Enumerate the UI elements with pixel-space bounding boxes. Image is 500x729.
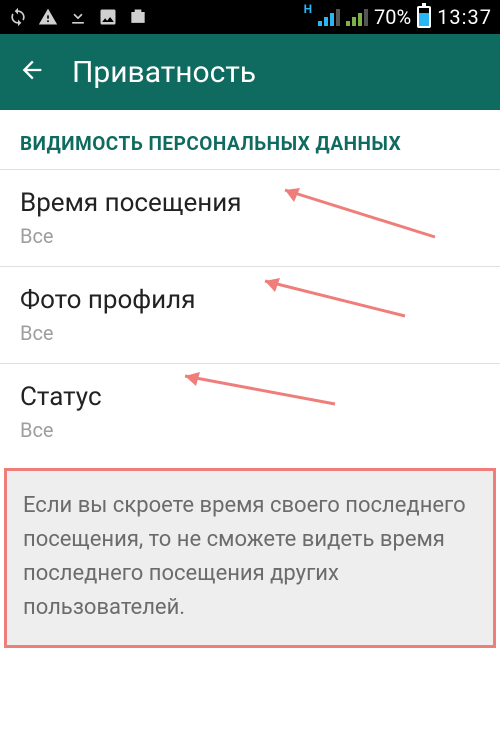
status-bar: H 70% 13:37 <box>0 0 500 34</box>
warning-icon <box>38 7 58 27</box>
network-type: H <box>304 2 312 16</box>
setting-profile-photo[interactable]: Фото профиля Все <box>0 267 500 363</box>
back-button[interactable] <box>18 56 46 88</box>
info-box: Если вы скроете время своего последнего … <box>4 468 496 648</box>
signal-sim1-icon <box>318 8 340 26</box>
setting-last-seen[interactable]: Время посещения Все <box>0 170 500 266</box>
setting-title: Фото профиля <box>20 285 480 315</box>
setting-value: Все <box>20 418 480 442</box>
setting-value: Все <box>20 224 480 248</box>
battery-percent: 70% <box>374 5 411 29</box>
play-store-icon <box>128 7 148 27</box>
info-text: Если вы скроете время своего последнего … <box>23 489 477 625</box>
setting-value: Все <box>20 321 480 345</box>
sync-icon <box>8 7 28 27</box>
setting-title: Время посещения <box>20 188 480 218</box>
setting-title: Статус <box>20 382 480 412</box>
download-icon <box>68 7 88 27</box>
setting-status[interactable]: Статус Все <box>0 364 500 460</box>
section-header: ВИДИМОСТЬ ПЕРСОНАЛЬНЫХ ДАННЫХ <box>0 110 500 169</box>
battery-icon <box>417 6 431 28</box>
clock: 13:37 <box>437 5 492 29</box>
image-icon <box>98 7 118 27</box>
signal-sim2-icon <box>346 8 368 26</box>
page-title: Приватность <box>72 55 256 90</box>
app-bar: Приватность <box>0 34 500 110</box>
